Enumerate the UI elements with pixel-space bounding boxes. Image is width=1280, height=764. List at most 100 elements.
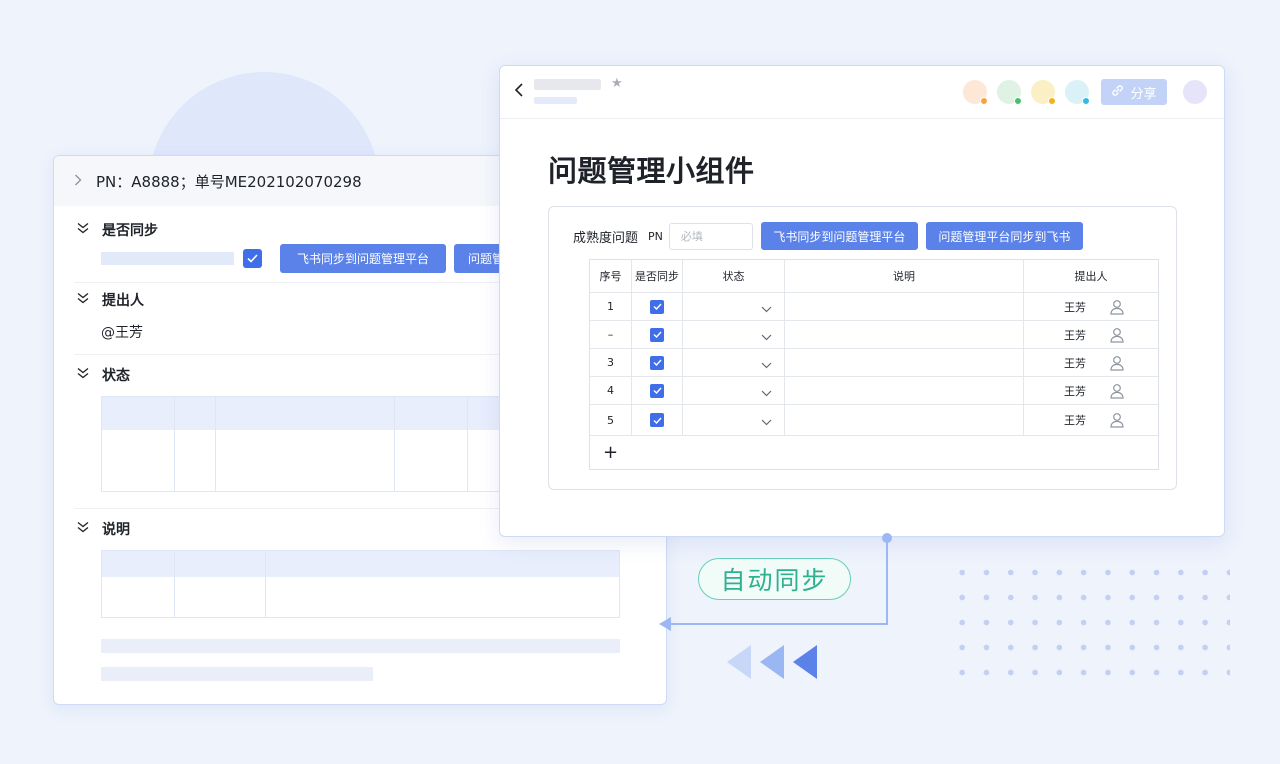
table-row[interactable]: – 王芳	[590, 321, 1158, 349]
person-icon[interactable]	[1110, 383, 1124, 402]
status-select[interactable]	[683, 293, 785, 320]
proposer-name: 王芳	[1064, 414, 1086, 427]
double-chevron-down-icon[interactable]	[76, 367, 90, 383]
dot-pattern	[950, 560, 1230, 680]
doc-title-placeholder	[534, 79, 601, 90]
table-header: 序号 是否同步 状态 说明 提出人	[590, 260, 1158, 293]
description-cell[interactable]	[785, 377, 1024, 404]
double-chevron-down-icon[interactable]	[76, 222, 90, 238]
triangle-left-icon	[760, 645, 784, 679]
proposer-name: 王芳	[1064, 300, 1086, 314]
row-index: 1	[590, 293, 632, 320]
section-title-status: 状态	[102, 368, 130, 384]
proposer-cell[interactable]: 王芳	[1024, 377, 1158, 404]
chevron-down-icon	[761, 416, 772, 429]
connector-line	[668, 623, 888, 625]
proposer-cell[interactable]: 王芳	[1024, 321, 1158, 348]
sync-checkbox[interactable]	[650, 383, 664, 398]
person-icon[interactable]	[1110, 355, 1124, 374]
table-row[interactable]: 4 王芳	[590, 377, 1158, 405]
row-index: 5	[590, 405, 632, 435]
avatar[interactable]	[997, 80, 1022, 105]
table-row[interactable]: 3 王芳	[590, 349, 1158, 377]
column-header: 提出人	[1074, 270, 1108, 283]
avatar[interactable]	[1065, 80, 1090, 105]
widget-card: ★ 分享 问题管理小组件 成熟度问题 PN 必填 飞书同步到问题管理平台 问题管…	[499, 65, 1225, 537]
sync-checkbox[interactable]	[243, 249, 262, 268]
placeholder-field	[101, 252, 234, 265]
status-select[interactable]	[683, 321, 785, 348]
sync-cell	[632, 321, 683, 348]
sync-checkbox[interactable]	[650, 355, 664, 370]
table-row[interactable]: 5 王芳	[590, 405, 1158, 436]
section-title-proposer: 提出人	[102, 293, 144, 309]
issue-widget: 成熟度问题 PN 必填 飞书同步到问题管理平台 问题管理平台同步到飞书 序号 是…	[548, 206, 1177, 490]
sync-cell	[632, 377, 683, 404]
link-icon	[1111, 84, 1124, 101]
back-arrow-icon[interactable]	[514, 80, 524, 104]
table-row[interactable]: 1 王芳	[590, 293, 1158, 321]
form-label: 成熟度问题	[573, 230, 639, 246]
star-icon[interactable]: ★	[611, 76, 623, 91]
description-cell[interactable]	[785, 349, 1024, 376]
status-select[interactable]	[683, 405, 785, 435]
pn-label: PN	[648, 229, 663, 243]
person-icon[interactable]	[1110, 327, 1124, 346]
placeholder-line	[101, 639, 620, 653]
avatar[interactable]	[1031, 80, 1056, 105]
share-label: 分享	[1130, 86, 1157, 102]
proposer-name: 王芳	[1064, 356, 1086, 370]
sync-to-platform-button[interactable]: 飞书同步到问题管理平台	[760, 222, 918, 250]
connector-line	[886, 538, 888, 624]
proposer-name: 王芳	[1064, 328, 1086, 342]
pn-input[interactable]: 必填	[668, 222, 753, 250]
chevron-down-icon	[761, 387, 772, 400]
chevron-down-icon	[761, 359, 772, 372]
proposer-mention[interactable]: @王芳	[101, 322, 143, 342]
description-cell[interactable]	[785, 321, 1024, 348]
sync-to-feishu-button[interactable]: 问题管理平台同步到飞书	[925, 222, 1083, 250]
add-row-button[interactable]: +	[590, 436, 1158, 469]
sync-to-platform-button[interactable]: 飞书同步到问题管理平台	[280, 244, 446, 273]
person-icon[interactable]	[1110, 412, 1124, 431]
issue-table: 序号 是否同步 状态 说明 提出人 1 王芳 – 王芳 3 王芳 4 王芳 5 王芳 +	[589, 259, 1159, 470]
current-user-avatar[interactable]	[1183, 80, 1207, 104]
person-icon[interactable]	[1110, 299, 1124, 318]
double-chevron-down-icon[interactable]	[76, 521, 90, 537]
column-header: 序号	[590, 260, 632, 292]
status-select[interactable]	[683, 377, 785, 404]
proposer-cell[interactable]: 王芳	[1024, 405, 1158, 435]
row-index: 3	[590, 349, 632, 376]
placeholder-line	[101, 667, 373, 681]
status-select[interactable]	[683, 349, 785, 376]
triangle-left-icon	[727, 645, 751, 679]
description-cell[interactable]	[785, 405, 1024, 435]
document-title: PN：A8888；单号ME202102070298	[96, 172, 362, 191]
auto-sync-badge: 自动同步	[698, 558, 851, 600]
section-title-sync: 是否同步	[102, 223, 158, 239]
widget-title: 问题管理小组件	[548, 154, 755, 188]
sync-row: 飞书同步到问题管理平台 问题管	[101, 244, 554, 273]
sync-checkbox[interactable]	[650, 413, 664, 427]
sync-cell	[632, 293, 683, 320]
proposer-cell[interactable]: 王芳	[1024, 349, 1158, 376]
avatar[interactable]	[963, 80, 988, 105]
sync-checkbox[interactable]	[650, 327, 664, 342]
widget-form-row: 成熟度问题 PN 必填 飞书同步到问题管理平台 问题管理平台同步到飞书	[573, 222, 1083, 250]
doc-subtitle-placeholder	[534, 97, 577, 104]
column-header: 是否同步	[632, 260, 683, 292]
double-chevron-down-icon[interactable]	[76, 292, 90, 308]
description-cell[interactable]	[785, 293, 1024, 320]
sync-checkbox[interactable]	[650, 299, 664, 314]
proposer-name: 王芳	[1064, 384, 1086, 398]
column-header: 说明	[785, 260, 1024, 292]
column-header: 状态	[683, 260, 785, 292]
chevron-right-icon[interactable]	[74, 172, 82, 190]
share-button[interactable]: 分享	[1101, 79, 1167, 105]
proposer-cell[interactable]: 王芳	[1024, 293, 1158, 320]
chevron-down-icon	[761, 331, 772, 344]
widget-topbar: ★ 分享	[500, 66, 1224, 119]
row-index: 4	[590, 377, 632, 404]
sync-cell	[632, 349, 683, 376]
arrow-left-icon	[659, 617, 671, 631]
